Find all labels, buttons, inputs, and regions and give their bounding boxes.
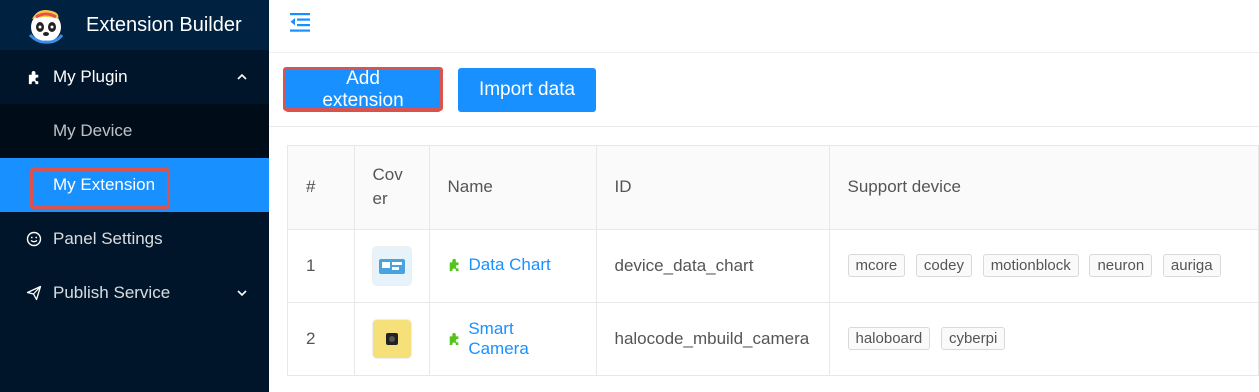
panda-logo-icon xyxy=(26,5,66,45)
chevron-down-icon xyxy=(237,290,247,297)
extension-id: halocode_mbuild_camera xyxy=(596,302,830,375)
puzzle-icon xyxy=(26,69,42,85)
column-header-cover-part2: er xyxy=(372,189,388,209)
device-tag: cyberpi xyxy=(940,327,1006,351)
name-cell: Smart Camera xyxy=(429,302,597,375)
row-number: 2 xyxy=(288,302,355,375)
column-header-name: Name xyxy=(429,146,597,229)
camera-cover-icon xyxy=(372,319,411,358)
sidebar-item-label: Panel Settings xyxy=(53,229,163,248)
table-row: 2 Smart Camera halocode_mbuild_camera ha… xyxy=(288,302,1258,375)
sidebar-item-my-device[interactable]: My Device xyxy=(0,104,269,158)
cover-cell xyxy=(354,229,430,302)
extension-name: Smart Camera xyxy=(468,318,529,358)
puzzle-icon xyxy=(449,332,458,345)
send-icon xyxy=(26,285,42,301)
support-device-cell: haloboard cyberpi xyxy=(829,302,1258,375)
device-tag: neuron xyxy=(1089,254,1153,277)
sidebar-item-publish-service[interactable]: Publish Service xyxy=(0,266,269,320)
column-header-cover: Cov er xyxy=(354,146,430,229)
column-header-support-device: Support device xyxy=(847,177,961,197)
extension-id: device_data_chart xyxy=(596,229,830,302)
sidebar-item-label: My Extension xyxy=(53,175,156,194)
sidebar-item-panel-settings[interactable]: Panel Settings xyxy=(0,212,269,266)
extensions-table: # Cov er Name ID Support device 1 Data C… xyxy=(287,145,1259,376)
add-extension-button[interactable]: Add extension xyxy=(285,68,441,112)
table-header-row: # Cov er Name ID Support device xyxy=(288,146,1258,229)
header xyxy=(269,0,1259,52)
device-tag: motionblock xyxy=(982,254,1079,277)
smile-icon xyxy=(26,231,42,247)
device-tag: codey xyxy=(915,254,972,277)
puzzle-icon xyxy=(449,258,458,271)
app-title: Extension Builder xyxy=(86,13,242,36)
column-header-cover-part1: Cov xyxy=(372,165,403,185)
extension-link[interactable]: Smart Camera xyxy=(448,319,578,359)
chart-cover-icon xyxy=(372,246,411,285)
device-tag: haloboard xyxy=(847,327,931,351)
sidebar-item-label: Publish Service xyxy=(53,283,171,302)
support-device-cell: mcore codey motionblock neuron auriga xyxy=(829,229,1258,302)
device-tag: mcore xyxy=(847,254,906,277)
sidebar-item-my-extension[interactable]: My Extension xyxy=(0,158,269,212)
extension-name: Data Chart xyxy=(468,254,551,274)
sidebar: Extension Builder My Plugin My Device My… xyxy=(0,0,269,392)
column-header-number: # xyxy=(288,146,355,229)
chevron-up-icon xyxy=(237,73,247,80)
row-number: 1 xyxy=(288,229,355,302)
sidebar-item-label: My Device xyxy=(53,121,133,140)
import-data-button[interactable]: Import data xyxy=(458,68,596,112)
name-cell: Data Chart xyxy=(429,229,597,302)
device-tag: auriga xyxy=(1162,254,1221,277)
sidebar-item-my-plugin[interactable]: My Plugin xyxy=(0,50,269,104)
cover-cell xyxy=(354,302,430,375)
menu-fold-icon[interactable] xyxy=(287,9,313,35)
sidebar-item-label: My Plugin xyxy=(53,67,128,86)
column-header-id: ID xyxy=(596,146,830,229)
extension-link[interactable]: Data Chart xyxy=(448,255,551,275)
table-row: 1 Data Chart device_data_chart mcore cod… xyxy=(288,229,1258,302)
main-content: Add extension Import data # Cov er Name … xyxy=(269,52,1259,392)
brand: Extension Builder xyxy=(0,0,269,50)
submenu-my-plugin: My Device My Extension xyxy=(0,104,269,212)
toolbar: Add extension Import data xyxy=(269,53,1259,127)
